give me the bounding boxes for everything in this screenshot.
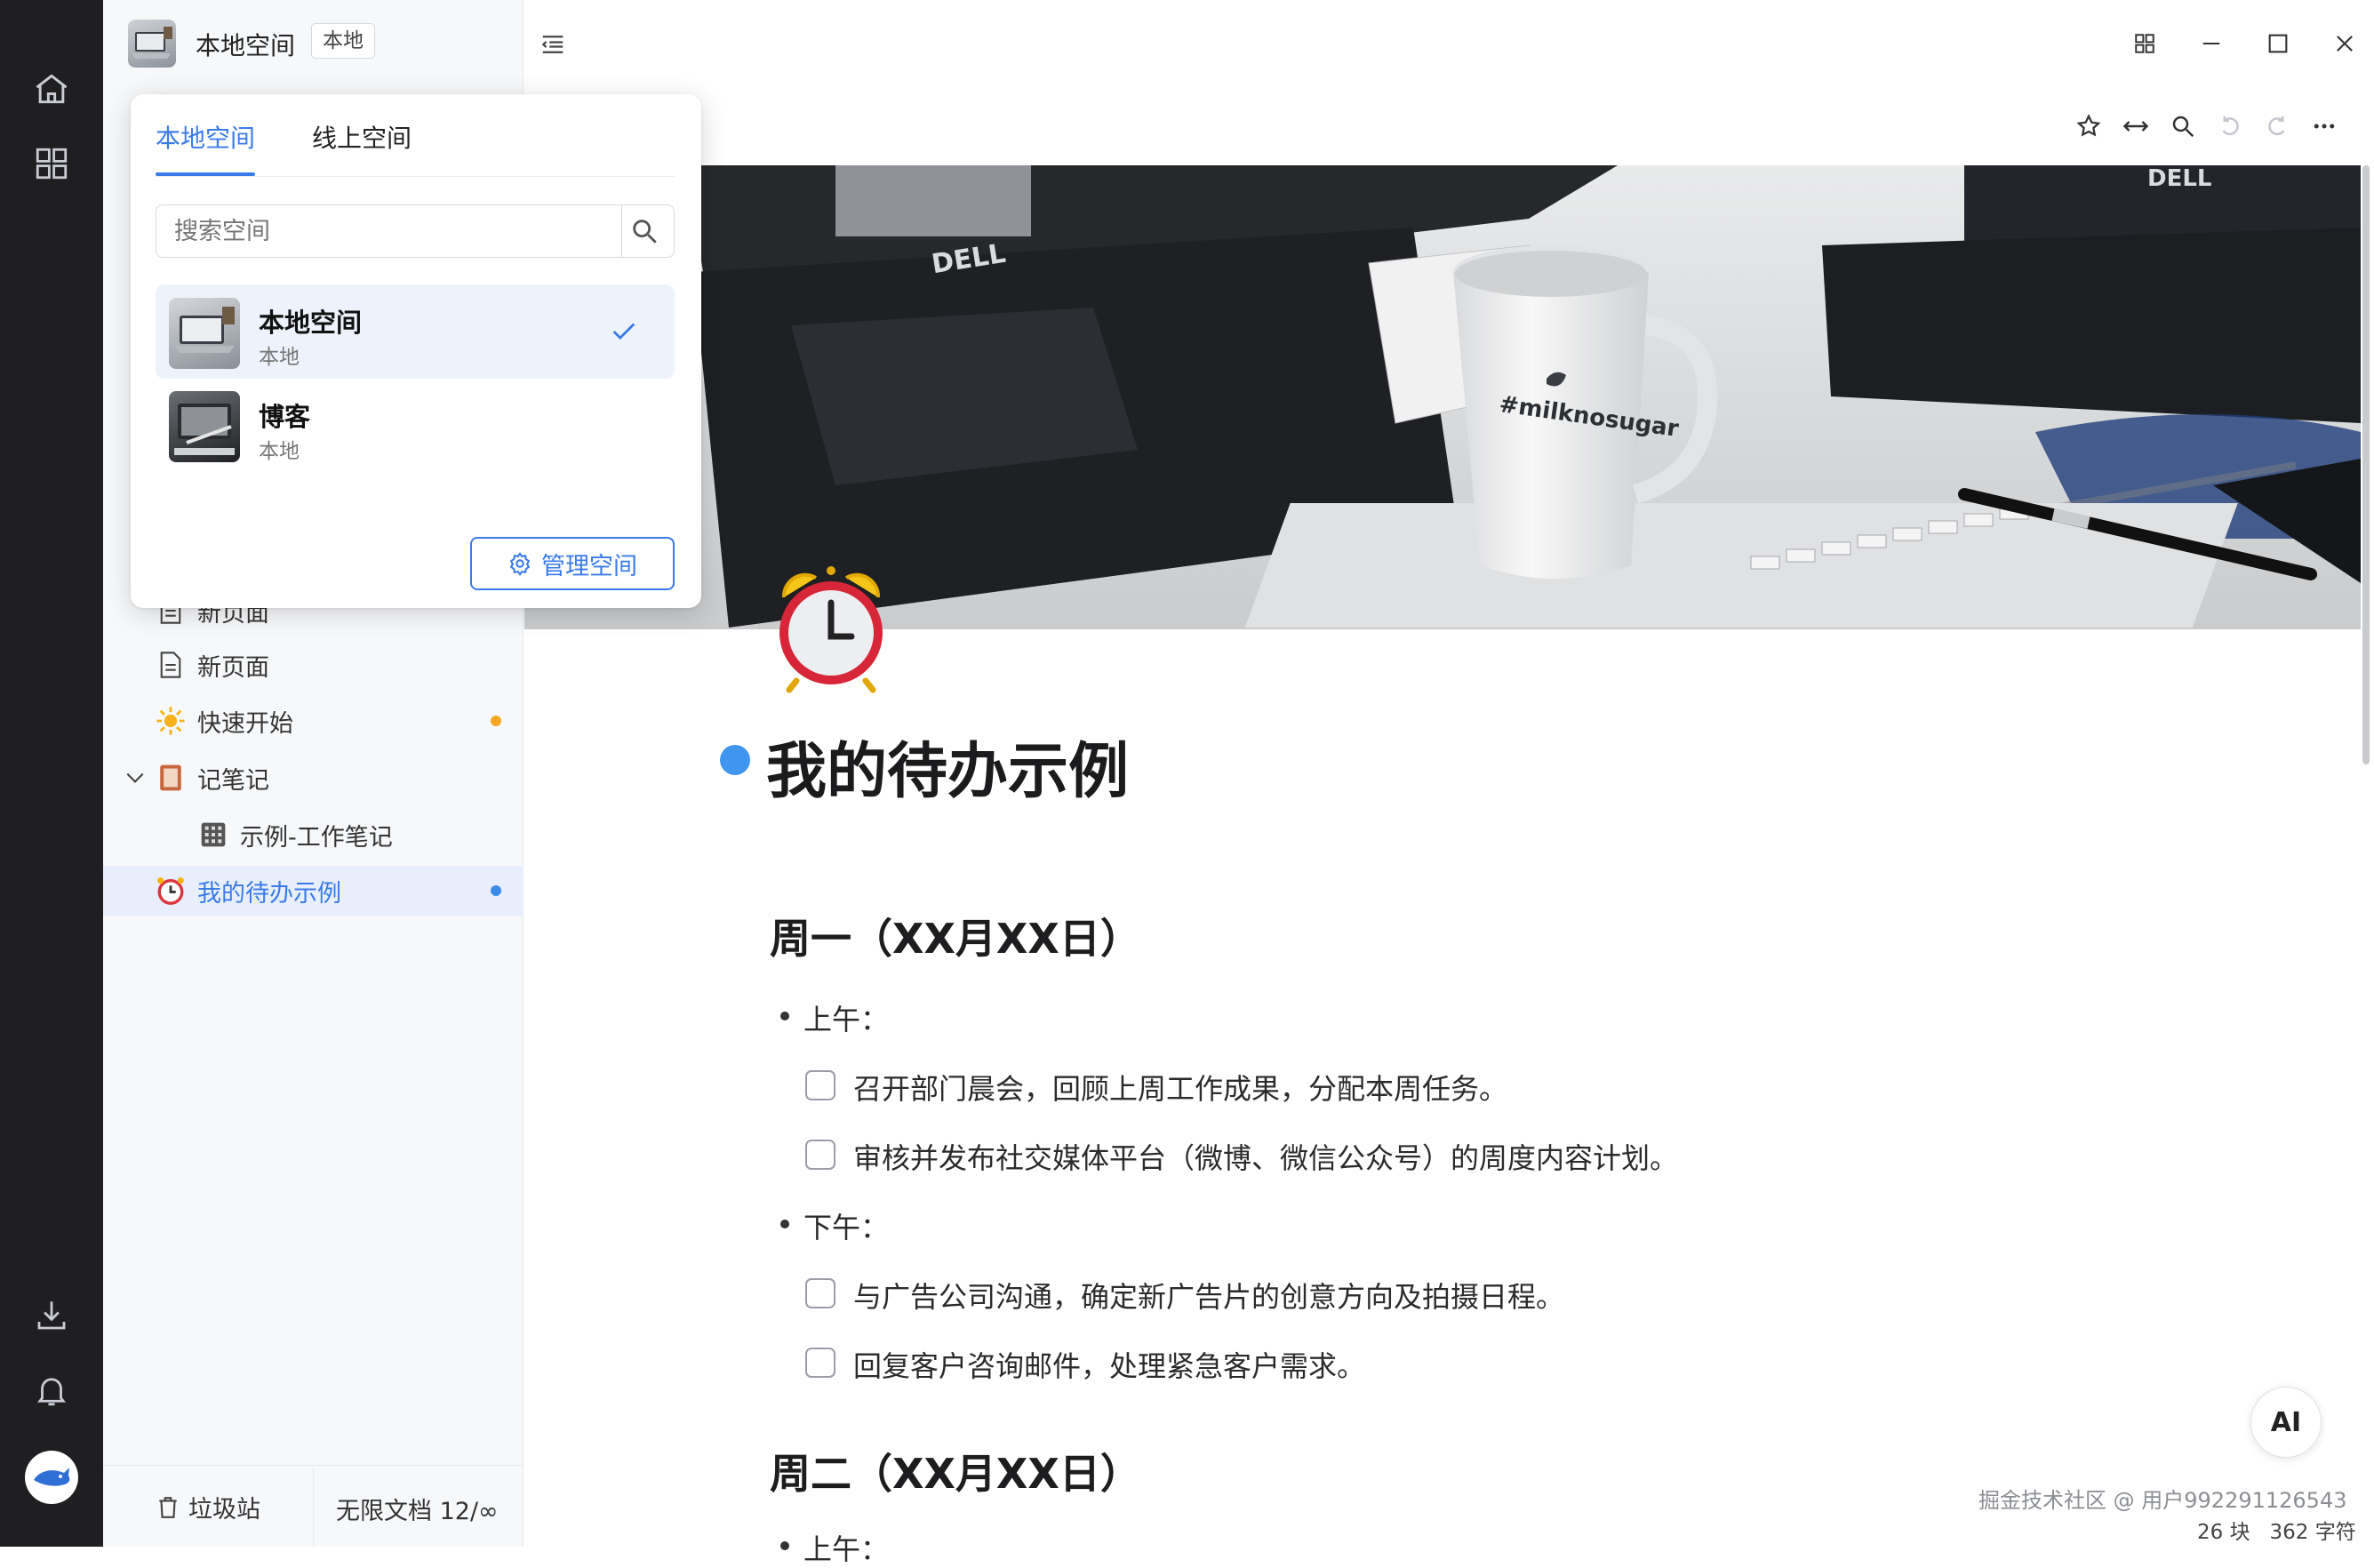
notebook-icon <box>155 762 187 794</box>
full-width-icon[interactable] <box>2116 107 2155 146</box>
grid-paper-icon <box>197 819 229 851</box>
section-heading[interactable]: 周一（XX月XX日） <box>770 907 1141 965</box>
title-status-dot <box>720 745 750 775</box>
bell-icon[interactable] <box>25 1364 78 1417</box>
avatar[interactable] <box>25 1451 78 1504</box>
search-icon[interactable] <box>629 216 659 246</box>
workspace-type: 本地 <box>259 440 300 463</box>
task-text[interactable]: 审核并发布社交媒体平台（微博、微信公众号）的周度内容计划。 <box>853 1136 1678 1177</box>
unread-dot <box>491 716 501 726</box>
list-item-label[interactable]: 上午： <box>803 997 889 1038</box>
maximize-icon[interactable] <box>2258 23 2298 64</box>
tree-item-quick-start[interactable]: 快速开始 <box>103 696 524 746</box>
tree-item-label: 快速开始 <box>197 709 293 738</box>
task-checkbox[interactable] <box>805 1278 835 1308</box>
word-count: 26 块 362 字符 <box>2197 1521 2356 1544</box>
scrollbar-thumb[interactable] <box>2362 165 2370 764</box>
minimize-icon[interactable] <box>2191 23 2232 64</box>
workspace-type-badge: 本地 <box>311 23 375 59</box>
bullet <box>780 1012 789 1020</box>
trash-button[interactable]: 垃圾站 <box>156 1490 260 1524</box>
task-text[interactable]: 回复客户咨询邮件，处理紧急客户需求。 <box>853 1344 1365 1385</box>
workspace-thumbnail <box>169 298 240 369</box>
editor-area: #milknosugar DELL DELL 我的待办示例 周一（XX月XX日）… <box>524 0 2374 1566</box>
download-icon[interactable] <box>25 1289 78 1342</box>
manage-space-label: 管理空间 <box>541 552 637 580</box>
workspace-name: 博客 <box>259 402 311 432</box>
search-input[interactable] <box>156 205 619 257</box>
workspace-type: 本地 <box>259 346 300 369</box>
tree-item-my-todos[interactable]: 我的待办示例 <box>103 866 524 916</box>
close-icon[interactable] <box>2324 23 2365 64</box>
workspace-option-blog[interactable]: 博客 本地 <box>156 391 675 485</box>
tree-item-notes[interactable]: 记笔记 <box>103 753 524 803</box>
tree-item-label: 新页面 <box>197 653 269 682</box>
page-icon <box>155 649 187 681</box>
tab-online-space[interactable]: 线上空间 <box>312 119 412 155</box>
doc-quota: 无限文档 12/∞ <box>336 1498 499 1525</box>
task-text[interactable]: 召开部门晨会，回顾上周工作成果，分配本周任务。 <box>853 1067 1507 1108</box>
divider <box>621 205 622 257</box>
page-title[interactable]: 我的待办示例 <box>766 722 1129 810</box>
check-icon <box>609 316 639 347</box>
tree-item-new-page-2[interactable]: 新页面 <box>103 640 524 690</box>
workspace-name: 本地空间 <box>259 308 363 338</box>
alarm-clock-icon <box>155 875 187 907</box>
app-rail <box>0 0 103 1547</box>
divider <box>313 1465 314 1547</box>
tree-item-work-notes[interactable]: 示例-工作笔记 <box>103 810 524 860</box>
workspace-avatar <box>128 20 176 68</box>
tab-local-space[interactable]: 本地空间 <box>156 119 255 155</box>
undo-icon[interactable] <box>2210 107 2250 146</box>
tree-item-label: 我的待办示例 <box>197 879 341 908</box>
task-checkbox[interactable] <box>805 1348 835 1378</box>
layout-grid-icon[interactable] <box>2124 23 2165 64</box>
workspace-option-local[interactable]: 本地空间 本地 <box>156 284 675 379</box>
manage-space-button[interactable]: 管理空间 <box>470 537 675 590</box>
search-icon[interactable] <box>2163 107 2202 146</box>
alarm-clock-icon[interactable] <box>764 565 898 699</box>
redo-icon[interactable] <box>2258 107 2297 146</box>
home-icon[interactable] <box>25 62 78 116</box>
workspace-popup: 本地空间 线上空间 本地空间 本地 博客 本地 管理空间 <box>131 94 701 608</box>
list-item-label[interactable]: 上午： <box>803 1527 889 1568</box>
star-icon[interactable] <box>2069 107 2108 146</box>
bullet <box>780 1541 789 1550</box>
ai-assistant-button[interactable]: AI <box>2250 1387 2322 1458</box>
list-item-label[interactable]: 下午： <box>803 1205 889 1246</box>
task-checkbox[interactable] <box>805 1070 835 1100</box>
cover-brand-right: DELL <box>2147 165 2212 192</box>
chevron-down-icon[interactable] <box>119 762 151 794</box>
workspace-thumbnail <box>169 391 240 462</box>
tree-item-label: 记笔记 <box>197 766 269 795</box>
section-heading[interactable]: 周二（XX月XX日） <box>770 1442 1141 1500</box>
tree-item-label: 示例-工作笔记 <box>240 823 393 852</box>
watermark: 掘金技术社区 @ 用户992291126543 <box>1978 1488 2347 1513</box>
collapse-sidebar-icon[interactable] <box>533 25 572 64</box>
task-checkbox[interactable] <box>805 1140 835 1170</box>
sun-icon <box>155 705 187 737</box>
apps-grid-icon[interactable] <box>25 137 78 190</box>
trash-icon <box>156 1495 180 1520</box>
gear-icon <box>508 551 532 576</box>
bullet <box>780 1220 789 1228</box>
search-box <box>156 204 675 258</box>
divider <box>156 176 675 177</box>
more-icon[interactable] <box>2305 107 2344 146</box>
unread-dot <box>491 885 501 896</box>
task-text[interactable]: 与广告公司沟通，确定新广告片的创意方向及拍摄日程。 <box>853 1275 1564 1316</box>
cover-image[interactable]: #milknosugar DELL DELL <box>524 165 2361 629</box>
trash-label: 垃圾站 <box>188 1496 260 1524</box>
workspace-name: 本地空间 <box>196 31 296 60</box>
